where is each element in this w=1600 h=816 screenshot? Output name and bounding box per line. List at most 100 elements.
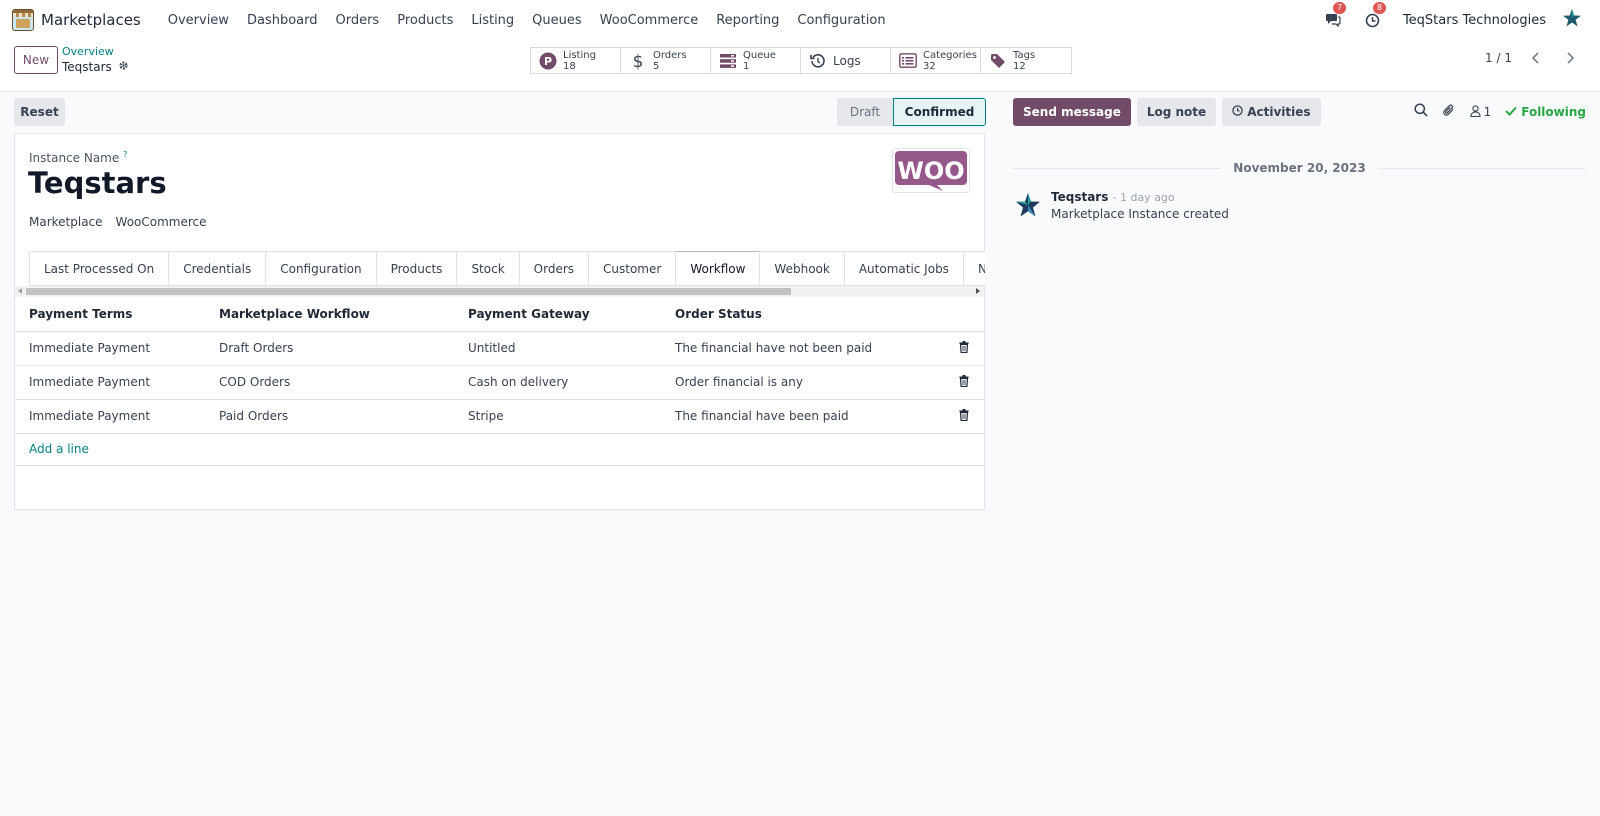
orders-smart-button[interactable]: $ Orders 5 — [621, 48, 711, 73]
menu-reporting[interactable]: Reporting — [707, 13, 788, 28]
tabs-horizontal-scrollbar[interactable] — [15, 286, 984, 297]
tab-automatic-jobs[interactable]: Automatic Jobs — [843, 251, 963, 285]
logs-smart-button[interactable]: Logs — [801, 48, 891, 73]
menu-overview[interactable]: Overview — [159, 13, 238, 28]
col-payment-terms[interactable]: Payment Terms — [15, 297, 205, 332]
messages-icon[interactable]: 7 — [1323, 2, 1347, 30]
categories-label: Categories — [923, 49, 977, 61]
pager-value[interactable]: 1 / 1 — [1485, 51, 1512, 65]
tag-icon — [989, 52, 1007, 70]
smart-buttons: P Listing 18 $ Orders 5 Queue 1 Logs Cat… — [530, 47, 1072, 74]
tab-webhook[interactable]: Webhook — [759, 251, 844, 285]
cell-order-status[interactable]: The financial have not been paid — [661, 331, 944, 366]
listing-smart-button[interactable]: P Listing 18 — [531, 48, 621, 73]
scroll-thumb[interactable] — [26, 288, 791, 295]
cell-payment-gateway[interactable]: Stripe — [454, 399, 661, 434]
marketplace-app-icon[interactable] — [12, 9, 34, 31]
tags-count: 12 — [1013, 60, 1026, 72]
menu-dashboard[interactable]: Dashboard — [238, 13, 327, 28]
tab-credentials[interactable]: Credentials — [168, 251, 266, 285]
followers-button[interactable]: 1 — [1470, 104, 1492, 120]
breadcrumb-current-label: Teqstars — [62, 60, 112, 74]
table-row[interactable]: Immediate Payment Paid Orders Stripe The… — [15, 399, 984, 434]
author-avatar-star-icon[interactable] — [1013, 190, 1043, 224]
app-name[interactable]: Marketplaces — [41, 11, 141, 29]
trash-icon[interactable] — [944, 331, 984, 366]
cell-marketplace-workflow[interactable]: COD Orders — [205, 365, 454, 400]
cell-payment-gateway[interactable]: Cash on delivery — [454, 365, 661, 400]
cell-payment-gateway[interactable]: Untitled — [454, 331, 661, 366]
menu-queues[interactable]: Queues — [523, 13, 590, 28]
menu-configuration[interactable]: Configuration — [788, 13, 894, 28]
instance-name-label-text: Instance Name — [29, 151, 120, 165]
following-button[interactable]: Following — [1505, 105, 1586, 119]
tab-stock[interactable]: Stock — [456, 251, 519, 285]
date-separator: November 20, 2023 — [1013, 160, 1587, 176]
reset-button[interactable]: Reset — [14, 98, 65, 126]
cell-payment-terms[interactable]: Immediate Payment — [15, 365, 205, 400]
divider — [1013, 167, 1222, 169]
cell-marketplace-workflow[interactable]: Paid Orders — [205, 399, 454, 434]
cell-order-status[interactable]: Order financial is any — [661, 365, 944, 400]
gear-icon[interactable] — [118, 59, 129, 75]
company-switcher[interactable]: TeqStars Technologies — [1403, 13, 1546, 28]
cell-payment-terms[interactable]: Immediate Payment — [15, 399, 205, 434]
trash-icon[interactable] — [944, 399, 984, 434]
add-a-line-link[interactable]: Add a line — [29, 442, 89, 456]
status-confirmed[interactable]: Confirmed — [893, 98, 986, 126]
menu-orders[interactable]: Orders — [326, 13, 388, 28]
scroll-left-arrow-icon[interactable] — [18, 288, 22, 294]
table-row[interactable]: Immediate Payment Draft Orders Untitled … — [15, 331, 984, 366]
message-author[interactable]: Teqstars — [1051, 190, 1108, 204]
messages-badge: 7 — [1332, 2, 1347, 14]
tab-customer[interactable]: Customer — [588, 251, 676, 285]
search-icon[interactable] — [1414, 103, 1428, 121]
cell-marketplace-workflow[interactable]: Draft Orders — [205, 331, 454, 366]
listing-count: 18 — [563, 60, 576, 72]
status-draft[interactable]: Draft — [837, 98, 893, 126]
followers-count: 1 — [1483, 105, 1492, 119]
menu-listing[interactable]: Listing — [462, 13, 523, 28]
instance-name-label: Instance Name ? — [29, 150, 127, 165]
table-header-row: Payment Terms Marketplace Workflow Payme… — [15, 297, 984, 332]
activities-button[interactable]: Activities — [1222, 98, 1321, 126]
chevron-left-icon[interactable] — [1526, 48, 1546, 68]
user-avatar-star-icon[interactable] — [1562, 8, 1582, 32]
instance-name-field[interactable]: Teqstars — [28, 166, 167, 200]
tab-orders[interactable]: Orders — [518, 251, 589, 285]
marketplace-label: Marketplace — [29, 215, 103, 229]
breadcrumb-current: Teqstars — [62, 59, 129, 75]
send-message-button[interactable]: Send message — [1013, 98, 1131, 126]
log-note-button[interactable]: Log note — [1136, 98, 1217, 126]
top-navbar: Marketplaces Overview Dashboard Orders P… — [0, 0, 1600, 40]
chevron-right-icon[interactable] — [1560, 48, 1580, 68]
paperclip-icon[interactable] — [1442, 103, 1456, 121]
cell-payment-terms[interactable]: Immediate Payment — [15, 331, 205, 366]
woocommerce-logo[interactable]: WOO — [892, 148, 970, 193]
tab-products[interactable]: Products — [375, 251, 457, 285]
col-order-status[interactable]: Order Status — [661, 297, 944, 332]
activities-clock-icon[interactable]: 8 — [1363, 2, 1387, 30]
history-icon — [809, 52, 827, 70]
scroll-right-arrow-icon[interactable] — [976, 288, 980, 294]
svg-text:$: $ — [633, 52, 644, 70]
menu-woocommerce[interactable]: WooCommerce — [591, 13, 708, 28]
cell-order-status[interactable]: The financial have been paid — [661, 399, 944, 434]
tab-configuration[interactable]: Configuration — [265, 251, 376, 285]
col-payment-gateway[interactable]: Payment Gateway — [454, 297, 661, 332]
new-button[interactable]: New — [14, 46, 58, 74]
menu-products[interactable]: Products — [388, 13, 462, 28]
tab-workflow[interactable]: Workflow — [675, 251, 760, 285]
col-marketplace-workflow[interactable]: Marketplace Workflow — [205, 297, 454, 332]
trash-icon[interactable] — [944, 365, 984, 400]
help-tooltip-icon[interactable]: ? — [123, 150, 127, 159]
tags-smart-button[interactable]: Tags 12 — [981, 48, 1071, 73]
tab-notifications[interactable]: Notifications — [962, 251, 985, 285]
queue-smart-button[interactable]: Queue 1 — [711, 48, 801, 73]
categories-smart-button[interactable]: Categories 32 — [891, 48, 981, 73]
table-row[interactable]: Immediate Payment COD Orders Cash on del… — [15, 365, 984, 400]
breadcrumb-overview-link[interactable]: Overview — [62, 46, 129, 58]
marketplace-value[interactable]: WooCommerce — [116, 215, 207, 229]
tab-last-processed-on[interactable]: Last Processed On — [29, 251, 169, 285]
breadcrumb: Overview Teqstars — [62, 46, 129, 75]
